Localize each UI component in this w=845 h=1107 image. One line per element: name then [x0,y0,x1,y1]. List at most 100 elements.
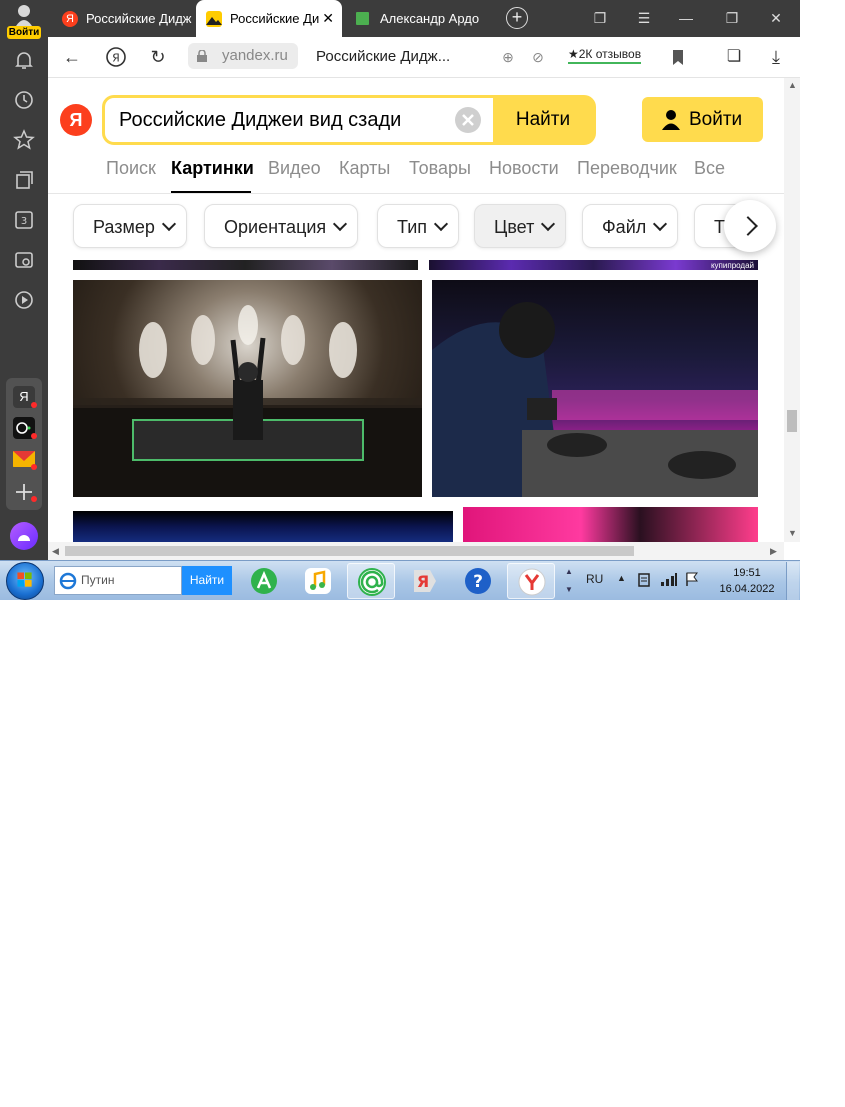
filter-orientation[interactable]: Ориентация [204,204,359,248]
tray-expand-icon[interactable]: ▲ [617,573,626,583]
lock-icon [197,50,207,62]
language-indicator[interactable]: RU [586,561,603,597]
service-tab-news[interactable]: Новости [489,158,559,179]
search-submit-button[interactable]: Найти [493,98,593,142]
close-tab-icon[interactable]: ✕ [322,0,334,37]
service-tab-all[interactable]: Все [694,158,725,179]
vertical-scroll-thumb[interactable] [787,410,797,432]
taskbar-app-music[interactable] [294,563,342,599]
image-result-pink[interactable] [463,507,758,542]
chevron-right-icon [738,216,758,236]
sidebar-apps-group: Я [6,378,42,510]
service-tab-maps[interactable]: Карты [339,158,390,179]
sidebar-login[interactable]: Войти [4,2,44,40]
screenshot-icon[interactable] [12,248,36,272]
tab-1[interactable]: Я Российские Дидж [52,0,192,37]
play-icon[interactable] [12,288,36,312]
image-icon [206,11,222,27]
chevron-up-icon[interactable]: ▲ [562,563,576,581]
filter-type[interactable]: Тип [377,204,460,248]
filter-file[interactable]: Файл [582,204,679,248]
collections-toolbar-icon[interactable]: ❏ [722,45,746,69]
address-bar: ← Я ↻ yandex.ru Российские Дидж... ⊕ ⊘ ★… [48,37,800,78]
reviews-badge[interactable]: ★2К отзывов [568,47,642,64]
taskbar-app-a[interactable] [240,563,288,599]
action-center-flag-icon[interactable] [684,571,700,587]
network-signal-icon[interactable] [660,571,678,587]
filter-size[interactable]: Размер [73,204,187,248]
reload-icon[interactable]: ↻ [146,45,170,69]
tab-manager-icon[interactable]: ❐ [588,6,612,30]
login-button[interactable]: Войти [642,97,763,142]
filter-color[interactable]: Цвет [474,204,567,248]
star-icon[interactable] [12,128,36,152]
taskbar-app-help[interactable]: ? [454,563,502,599]
bookmark-icon[interactable] [670,45,686,69]
svg-text:?: ? [473,572,483,592]
notification-dot [31,433,37,439]
protect-icon[interactable]: ⊘ [526,45,550,69]
clear-icon [462,114,474,126]
menu-icon[interactable]: ☰ [632,6,656,30]
system-clock[interactable]: 19:51 16.04.2022 [710,565,784,597]
yandex-logo[interactable]: Я [60,104,92,136]
tab-3[interactable]: Александр Ардо [346,0,486,37]
bell-icon[interactable] [12,48,36,72]
scroll-up-icon[interactable]: ▲ [788,80,797,90]
taskbar-app-yandex[interactable] [507,563,555,599]
image-result-blue[interactable] [73,511,453,542]
image-result-dj-crowd[interactable] [73,280,422,497]
image-result[interactable] [73,260,418,270]
url-field[interactable]: yandex.ru [188,43,298,69]
close-window-icon[interactable]: ✕ [764,6,788,30]
search-form: Найти [102,95,596,145]
user-avatar-icon [16,5,32,26]
green-a-icon [251,568,277,594]
taskbar-scroll-arrows[interactable]: ▲ ▼ [562,563,576,599]
vertical-scrollbar[interactable]: ▲ ▼ [784,78,800,542]
taskbar-app-yandex-browser[interactable]: Я [400,563,448,599]
yandex-home-icon[interactable]: Я [104,45,128,69]
horizontal-scrollbar[interactable]: ◀ ▶ [48,542,784,560]
new-tab-button[interactable]: + [506,7,528,29]
svg-text:3: 3 [21,216,27,227]
service-tab-search[interactable]: Поиск [106,158,156,179]
minimize-icon[interactable]: — [674,6,698,30]
help-question-icon: ? [465,568,491,594]
device-icon[interactable] [636,571,652,589]
collections-icon[interactable] [12,168,36,192]
service-tab-products[interactable]: Товары [409,158,471,179]
taskbar-search-field[interactable]: Путин [54,566,182,595]
start-button[interactable] [6,562,44,600]
image-result-dj-club[interactable] [432,280,758,497]
tabs-count-icon[interactable]: 3 [12,208,36,232]
image-result[interactable]: купипродай [429,260,758,270]
filters-scroll-next-button[interactable] [724,200,776,252]
taskbar-search-button[interactable]: Найти [182,566,232,595]
service-tab-translator[interactable]: Переводчик [577,158,677,179]
chevron-down-icon[interactable]: ▼ [562,581,576,599]
taskbar-app-mail[interactable] [347,563,395,599]
chevron-down-icon [333,216,348,232]
search-input[interactable] [105,98,493,142]
chevron-down-icon [433,216,449,232]
zoom-icon[interactable]: ⊕ [496,45,520,69]
scroll-down-icon[interactable]: ▼ [788,528,797,538]
history-clock-icon[interactable] [12,88,36,112]
horizontal-scroll-thumb[interactable] [65,546,634,556]
service-tab-video[interactable]: Видео [268,158,321,179]
restore-icon[interactable]: ❐ [720,6,744,30]
clear-search-button[interactable] [455,107,481,133]
service-tab-images[interactable]: Картинки [171,158,254,179]
scroll-left-icon[interactable]: ◀ [52,546,59,557]
back-arrow-icon[interactable]: ← [60,45,84,69]
tab-2-active[interactable]: Российские Ди ✕ [196,0,342,37]
taskbar-search-text: Путин [81,573,115,587]
alice-assistant-button[interactable] [10,522,38,550]
tab-2-title: Российские Ди [230,11,320,26]
music-note-icon [305,568,331,594]
yandex-y-icon: Я [62,11,78,27]
show-desktop-button[interactable] [786,562,799,600]
scroll-right-icon[interactable]: ▶ [770,546,777,557]
download-icon[interactable]: ⤓ [764,45,788,69]
